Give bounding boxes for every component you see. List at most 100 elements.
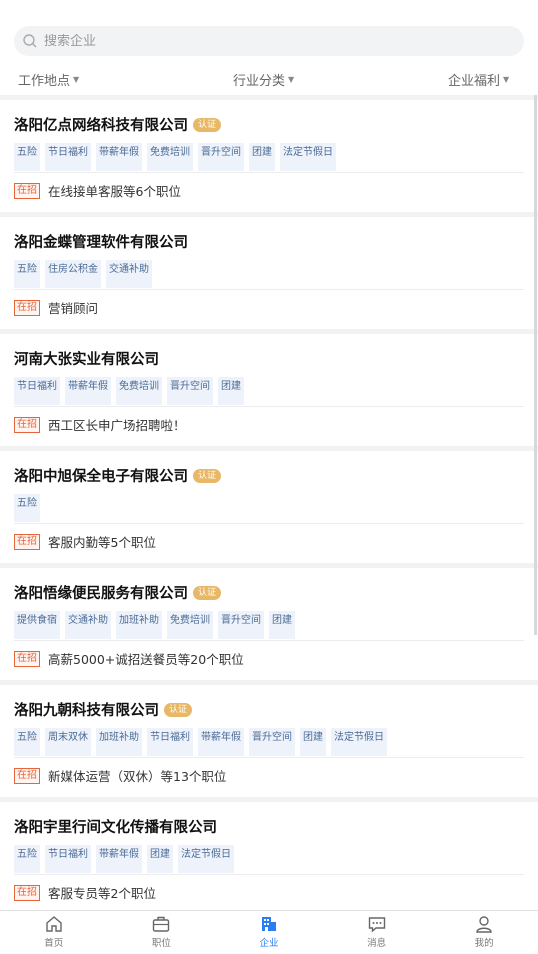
benefit-tag: 周末双休	[45, 728, 91, 756]
benefit-tag: 节日福利	[147, 728, 193, 756]
company-card[interactable]: 洛阳金蝶管理软件有限公司五险 住房公积金 交通补助在招 营销顾问	[0, 217, 538, 329]
caret-down-icon: ▼	[288, 75, 295, 84]
benefit-tag: 加班补助	[96, 728, 142, 756]
benefit-tag: 法定节假日	[331, 728, 387, 756]
divider	[14, 289, 524, 290]
tab-home[interactable]: 首页	[0, 911, 108, 954]
jobs-row: 在招 营销顾问	[14, 298, 98, 317]
jobs-row: 在招 客服内勤等5个职位	[14, 532, 156, 551]
benefit-tags: 节日福利 带薪年假 免费培训 晋升空间 团建	[14, 377, 249, 405]
company-name-row: 洛阳亿点网络科技有限公司 认证	[14, 114, 222, 135]
benefit-tag: 带薪年假	[65, 377, 111, 405]
benefit-tag: 免费培训	[167, 611, 213, 639]
company-card[interactable]: 洛阳悟缘便民服务有限公司 认证提供食宿 交通补助 加班补助 免费培训 晋升空间 团建在招 高薪…	[0, 568, 538, 680]
divider	[14, 640, 524, 641]
filter-label: 工作地点	[18, 74, 71, 89]
home-icon	[46, 916, 62, 932]
filter-bar: 工作地点 ▼ 行业分类 ▼ 企业福利 ▼	[0, 64, 538, 94]
benefit-tags: 五险	[14, 494, 45, 522]
tab-label: 职位	[151, 938, 171, 949]
benefit-tag: 交通补助	[106, 260, 152, 288]
divider	[14, 523, 524, 524]
search-input[interactable]	[44, 33, 484, 49]
hiring-badge: 在招	[14, 650, 40, 667]
tab-label: 我的	[474, 938, 494, 949]
tab-message[interactable]: 消息	[323, 911, 431, 954]
filter-industry[interactable]: 行业分类 ▼	[233, 70, 294, 89]
benefit-tags: 五险 节日福利 带薪年假 团建 法定节假日	[14, 845, 239, 873]
tab-briefcase[interactable]: 职位	[108, 911, 216, 954]
hiring-badge: 在招	[14, 767, 40, 784]
benefit-tag: 五险	[14, 494, 40, 522]
company-card[interactable]: 洛阳宇里行间文化传播有限公司五险 节日福利 带薪年假 团建 法定节假日在招 客服专员等2个…	[0, 802, 538, 910]
company-name-row: 洛阳金蝶管理软件有限公司	[14, 231, 188, 252]
scrollbar[interactable]	[534, 95, 537, 635]
benefit-tag: 晋升空间	[198, 143, 244, 171]
company-list[interactable]: 洛阳亿点网络科技有限公司 认证 五险 节日福利 带薪年假 免费培训 晋升空间 团建 法定节假日在…	[0, 95, 538, 910]
company-name-row: 洛阳宇里行间文化传播有限公司	[14, 816, 217, 837]
benefit-tag: 五险	[14, 260, 40, 288]
company-card[interactable]: 洛阳中旭保全电子有限公司 认证五险在招 客服内勤等5个职位	[0, 451, 538, 563]
jobs-summary: 客服内勤等5个职位	[48, 535, 156, 550]
search-icon	[23, 34, 37, 48]
hiring-badge: 在招	[14, 182, 40, 199]
message-icon	[368, 917, 385, 933]
jobs-summary: 客服专员等2个职位	[48, 886, 156, 901]
company-name-row: 洛阳悟缘便民服务有限公司 认证	[14, 582, 222, 603]
filter-benefits[interactable]: 企业福利 ▼	[448, 70, 509, 89]
benefit-tag: 带薪年假	[96, 143, 142, 171]
divider	[14, 757, 524, 758]
tab-label: 消息	[367, 938, 387, 949]
jobs-summary: 高薪5000+诚招送餐员等20个职位	[48, 652, 244, 667]
jobs-row: 在招 客服专员等2个职位	[14, 883, 156, 902]
benefit-tag: 法定节假日	[178, 845, 234, 873]
benefit-tag: 晋升空间	[218, 611, 264, 639]
benefit-tags: 五险 周末双休 加班补助 节日福利 带薪年假 晋升空间 团建 法定节假日	[14, 728, 392, 756]
benefit-tag: 交通补助	[65, 611, 111, 639]
jobs-row: 在招 高薪5000+诚招送餐员等20个职位	[14, 649, 244, 668]
user-icon	[476, 916, 492, 933]
building-icon	[261, 917, 276, 931]
benefit-tag: 带薪年假	[96, 845, 142, 873]
benefit-tags: 提供食宿 交通补助 加班补助 免费培训 晋升空间 团建	[14, 611, 300, 639]
tab-building[interactable]: 企业	[215, 911, 323, 954]
tab-label: 企业	[259, 938, 279, 949]
briefcase-icon	[153, 916, 170, 932]
jobs-summary: 在线接单客服等6个职位	[48, 184, 181, 199]
tab-user[interactable]: 我的	[430, 911, 538, 954]
verified-badge: 认证	[193, 585, 222, 600]
company-card[interactable]: 洛阳九朝科技有限公司 认证 五险 周末双休 加班补助 节日福利 带薪年假 晋升空间 团建 法定节假…	[0, 685, 538, 797]
divider	[14, 406, 524, 407]
company-name: 洛阳金蝶管理软件有限公司	[14, 235, 188, 251]
benefit-tag: 免费培训	[116, 377, 162, 405]
company-card[interactable]: 洛阳亿点网络科技有限公司 认证五险 节日福利 带薪年假 免费培训 晋升空间 团建 法定节假日在…	[0, 100, 538, 212]
filter-location[interactable]: 工作地点 ▼	[18, 70, 79, 89]
company-name-row: 洛阳中旭保全电子有限公司 认证	[14, 465, 222, 486]
jobs-row: 在招 西工区长申广场招聘啦！	[14, 415, 186, 434]
verified-badge: 认证	[164, 702, 193, 717]
hiring-badge: 在招	[14, 533, 40, 550]
benefit-tag: 节日福利	[45, 845, 91, 873]
benefit-tag: 免费培训	[147, 143, 193, 171]
jobs-summary: 营销顾问	[48, 301, 99, 316]
benefit-tag: 团建	[218, 377, 244, 405]
benefit-tag: 五险	[14, 143, 40, 171]
benefit-tag: 团建	[147, 845, 173, 873]
benefit-tag: 法定节假日	[280, 143, 336, 171]
benefit-tag: 五险	[14, 728, 40, 756]
verified-badge: 认证	[193, 117, 222, 132]
hiring-badge: 在招	[14, 416, 40, 433]
benefit-tags: 五险 节日福利 带薪年假 免费培训 晋升空间 团建 法定节假日	[14, 143, 341, 171]
hiring-badge: 在招	[14, 299, 40, 316]
company-card[interactable]: 河南大张实业有限公司节日福利 带薪年假 免费培训 晋升空间 团建在招 西工区长申广场招聘啦…	[0, 334, 538, 446]
benefit-tag: 节日福利	[14, 377, 60, 405]
benefit-tag: 团建	[269, 611, 295, 639]
company-name: 河南大张实业有限公司	[14, 352, 159, 368]
verified-badge: 认证	[193, 468, 222, 483]
bottom-tab-bar: 首页 职位 企业 消息 我的	[0, 910, 538, 954]
benefit-tags: 五险 住房公积金 交通补助	[14, 260, 157, 288]
benefit-tag: 节日福利	[45, 143, 91, 171]
benefit-tag: 晋升空间	[167, 377, 213, 405]
search-bar[interactable]	[14, 26, 524, 56]
company-name-row: 河南大张实业有限公司	[14, 348, 159, 369]
